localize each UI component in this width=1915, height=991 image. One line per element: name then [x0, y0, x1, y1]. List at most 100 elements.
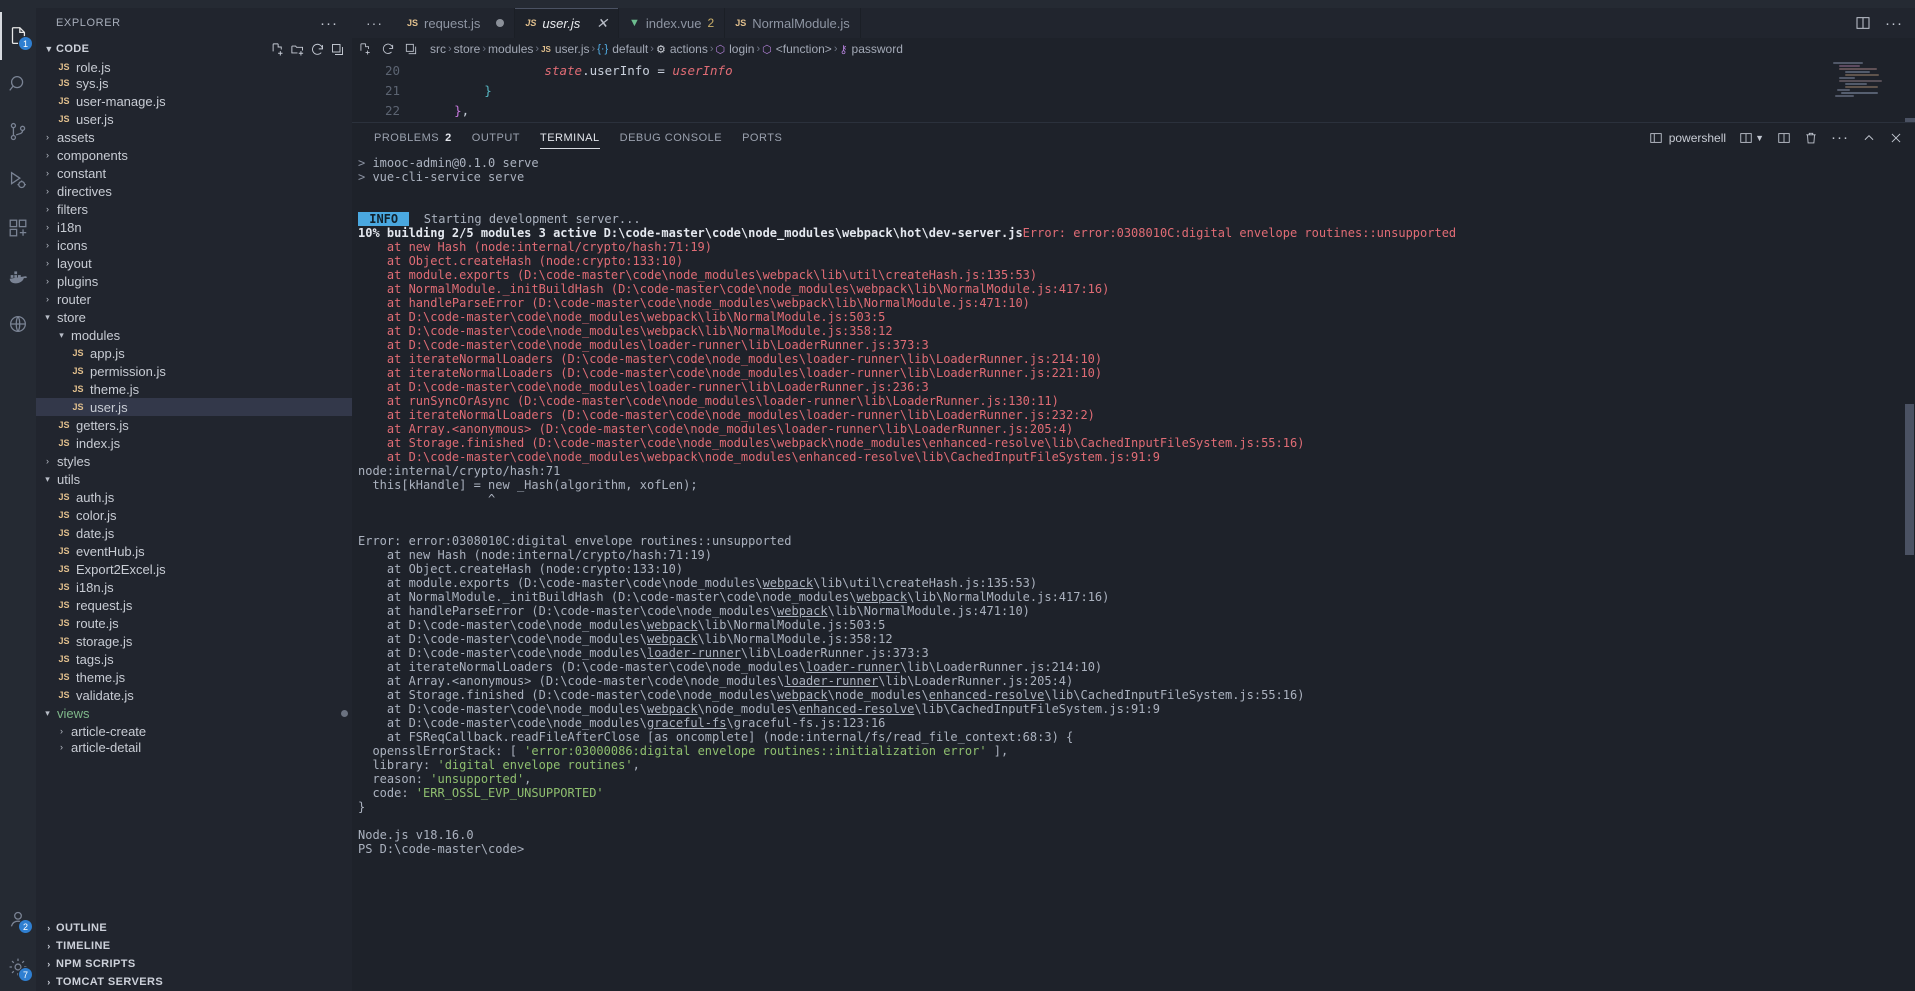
tree-item-tags-js[interactable]: JS tags.js [36, 650, 352, 668]
tree-item-store[interactable]: ▾ store [36, 308, 352, 326]
code-content[interactable]: state.userInfo = userInfo } }, [414, 60, 1915, 122]
panel-tab-ports[interactable]: PORTS [732, 123, 792, 152]
tab-overflow-icon[interactable]: ··· [352, 8, 397, 38]
terminal-output[interactable]: > imooc-admin@0.1.0 serve > vue-cli-servi… [352, 152, 1915, 991]
terminal-link[interactable]: webpack [777, 688, 828, 702]
tree-item-views[interactable]: ▾ views [36, 704, 352, 722]
breadcrumb-new-file-icon[interactable] [358, 42, 372, 56]
tree-item-modules[interactable]: ▾ modules [36, 326, 352, 344]
tree-item-auth-js[interactable]: JS auth.js [36, 488, 352, 506]
sidebar-panel-tomcat-servers[interactable]: › TOMCAT SERVERS [36, 973, 352, 991]
breadcrumb-item-default[interactable]: {·} default [597, 42, 648, 56]
tab-close-icon[interactable]: ✕ [596, 16, 608, 30]
tree-item-theme-js[interactable]: JS theme.js [36, 380, 352, 398]
breadcrumb-item-store[interactable]: store [454, 42, 481, 56]
tree-item-styles[interactable]: › styles [36, 452, 352, 470]
minimap[interactable] [1827, 62, 1901, 120]
activity-item-extensions[interactable] [0, 204, 36, 252]
breadcrumb-item--function-[interactable]: ⬡ <function> [762, 42, 832, 56]
new-file-icon[interactable] [270, 42, 285, 57]
activity-item-run-and-debug[interactable] [0, 156, 36, 204]
tree-item-i18n[interactable]: › i18n [36, 218, 352, 236]
file-tree[interactable]: JS role.js JS sys.js JS user-manage.js JS user.… [36, 60, 352, 919]
sidebar-panel-timeline[interactable]: › TIMELINE [36, 937, 352, 955]
tree-item-directives[interactable]: › directives [36, 182, 352, 200]
tree-item-sys-js[interactable]: JS sys.js [36, 74, 352, 92]
collapse-all-icon[interactable] [330, 42, 345, 57]
tree-item-eventhub-js[interactable]: JS eventHub.js [36, 542, 352, 560]
panel-tab-problems[interactable]: PROBLEMS 2 [364, 123, 462, 152]
tree-item-getters-js[interactable]: JS getters.js [36, 416, 352, 434]
tree-item-icons[interactable]: › icons [36, 236, 352, 254]
maximize-panel-icon[interactable] [1862, 131, 1876, 145]
terminal-scrollbar[interactable] [1905, 152, 1915, 991]
sidebar-panel-outline[interactable]: › OUTLINE [36, 919, 352, 937]
panel-tab-terminal[interactable]: TERMINAL [530, 123, 610, 152]
section-header-code[interactable]: ▼ CODE [36, 38, 352, 60]
breadcrumb-refresh-icon[interactable] [381, 42, 395, 56]
activity-item-docker[interactable] [0, 252, 36, 300]
tree-item-plugins[interactable]: › plugins [36, 272, 352, 290]
terminal-link[interactable]: webpack [647, 702, 698, 716]
tree-item-date-js[interactable]: JS date.js [36, 524, 352, 542]
tree-item-storage-js[interactable]: JS storage.js [36, 632, 352, 650]
terminal-link[interactable]: enhanced-resolve [799, 702, 915, 716]
editor-tab-user-js[interactable]: JS user.js ✕ [515, 8, 619, 38]
close-panel-icon[interactable] [1889, 131, 1903, 145]
terminal-link[interactable]: webpack [647, 632, 698, 646]
editor-tab-normalmodule-js[interactable]: JS NormalModule.js [725, 8, 861, 38]
tree-item-color-js[interactable]: JS color.js [36, 506, 352, 524]
tree-item-user-js[interactable]: JS user.js [36, 110, 352, 128]
new-folder-icon[interactable] [290, 42, 305, 57]
tab-modified-dot[interactable] [496, 19, 505, 27]
editor-scrollbar[interactable] [1905, 118, 1915, 122]
terminal-link[interactable]: webpack [777, 604, 828, 618]
kill-terminal-icon[interactable] [1804, 131, 1818, 145]
breadcrumb-item-password[interactable]: ⚷ password [839, 42, 902, 56]
panel-more-actions-icon[interactable]: ··· [1831, 129, 1849, 146]
breadcrumb-item-modules[interactable]: modules [488, 42, 533, 56]
tree-item-layout[interactable]: › layout [36, 254, 352, 272]
tree-item-export2excel-js[interactable]: JS Export2Excel.js [36, 560, 352, 578]
terminal-link[interactable]: graceful-fs [647, 716, 726, 730]
tree-item-route-js[interactable]: JS route.js [36, 614, 352, 632]
split-editor-icon[interactable] [1855, 15, 1871, 31]
tree-item-request-js[interactable]: JS request.js [36, 596, 352, 614]
launch-profile-button[interactable]: ▼ [1739, 131, 1764, 145]
tree-item-role-js[interactable]: JS role.js [36, 60, 352, 75]
activity-item-search[interactable] [0, 60, 36, 108]
breadcrumb-item-login[interactable]: ⬡ login [716, 42, 755, 56]
tree-item-components[interactable]: › components [36, 146, 352, 164]
tree-item-validate-js[interactable]: JS validate.js [36, 686, 352, 704]
tree-item-index-js[interactable]: JS index.js [36, 434, 352, 452]
terminal-link[interactable]: enhanced-resolve [929, 688, 1045, 702]
activity-item-manage[interactable]: 7 [0, 943, 36, 991]
tree-item-article-create[interactable]: › article-create [36, 722, 352, 740]
activity-item-source-control[interactable] [0, 108, 36, 156]
split-panel-icon[interactable] [1777, 131, 1791, 145]
activity-item-accounts[interactable]: 2 [0, 895, 36, 943]
tree-item-constant[interactable]: › constant [36, 164, 352, 182]
tree-item-router[interactable]: › router [36, 290, 352, 308]
sidebar-more-actions-icon[interactable]: ··· [320, 15, 344, 32]
tree-item-article-detail[interactable]: › article-detail [36, 740, 352, 755]
panel-tab-output[interactable]: OUTPUT [462, 123, 530, 152]
editor-tab-index-vue[interactable]: ▼ index.vue 2 [618, 8, 726, 38]
terminal-link[interactable]: webpack [763, 576, 814, 590]
refresh-icon[interactable] [310, 42, 325, 57]
breadcrumb-item-src[interactable]: src [430, 42, 446, 56]
tree-item-permission-js[interactable]: JS permission.js [36, 362, 352, 380]
tree-item-filters[interactable]: › filters [36, 200, 352, 218]
panel-tab-debug-console[interactable]: DEBUG CONSOLE [610, 123, 732, 152]
tree-item-theme-js[interactable]: JS theme.js [36, 668, 352, 686]
code-editor[interactable]: 20 21 22 state.userInfo = userInfo } }, [352, 60, 1915, 122]
sidebar-panel-npm-scripts[interactable]: › NPM SCRIPTS [36, 955, 352, 973]
tree-item-i18n-js[interactable]: JS i18n.js [36, 578, 352, 596]
terminal-link[interactable]: webpack [857, 590, 908, 604]
breadcrumb-item-user-js[interactable]: JS user.js [541, 42, 589, 56]
terminal-link[interactable]: loader-runner [647, 646, 741, 660]
tree-item-user-js[interactable]: JS user.js [36, 398, 352, 416]
breadcrumb-collapse-icon[interactable] [404, 42, 418, 56]
terminal-shell-selector[interactable]: powershell [1649, 131, 1726, 145]
tree-item-user-manage-js[interactable]: JS user-manage.js [36, 92, 352, 110]
